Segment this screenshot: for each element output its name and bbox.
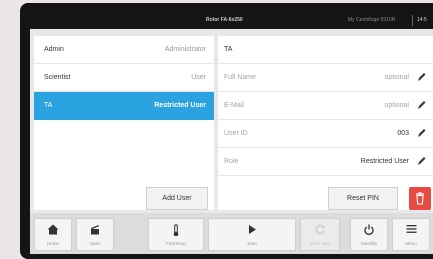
user-row-ta[interactable]: TA Restricted User <box>34 92 214 120</box>
user-role: Restricted User <box>154 102 206 109</box>
field-full-name[interactable]: Full Name optional <box>218 64 433 92</box>
user-name: TA <box>44 102 53 109</box>
field-label: E-Mail <box>224 102 244 109</box>
home-label: Home <box>46 241 59 246</box>
field-value: optional <box>384 74 409 81</box>
open-label: Open <box>89 241 101 246</box>
short-spin-label: Short Spin <box>309 241 331 246</box>
short-spin-button[interactable]: Short Spin <box>300 218 340 251</box>
home-icon <box>47 224 59 235</box>
user-name: Scientist <box>44 74 71 81</box>
fasttemp-label: FastTemp <box>166 241 186 246</box>
field-label: User ID <box>224 130 248 137</box>
pencil-icon[interactable] <box>415 154 427 168</box>
start-button[interactable]: Start <box>208 218 296 251</box>
field-value: optional <box>384 102 409 109</box>
status-bar: Rotor FA-6x250 My Centrifuge 5910R 14:5 <box>30 12 433 29</box>
add-user-button[interactable]: Add User <box>146 187 208 210</box>
user-detail-panel: TA Full Name optional E-Mail optional Us… <box>218 36 433 210</box>
play-icon <box>249 225 256 234</box>
pencil-icon[interactable] <box>415 126 427 140</box>
start-label: Start <box>247 241 257 246</box>
rotor-title: Rotor FA-6x250 <box>206 17 243 23</box>
standby-button[interactable]: Standby <box>350 218 388 251</box>
device-name: My Centrifuge 5910R <box>348 17 396 23</box>
standby-label: Standby <box>360 241 378 246</box>
home-button[interactable]: Home <box>34 218 72 251</box>
thermometer-icon <box>173 224 179 237</box>
reset-pin-button[interactable]: Reset PIN <box>328 187 398 210</box>
delete-user-button[interactable] <box>409 187 431 210</box>
open-button[interactable]: Open <box>76 218 114 251</box>
user-row-admin[interactable]: Admin Administrator <box>34 36 214 64</box>
status-divider <box>412 15 413 26</box>
clock: 14:5 <box>417 17 427 23</box>
field-value: Restricted User <box>360 158 409 165</box>
field-value: 003 <box>397 130 409 137</box>
menu-label: Menu <box>405 241 417 246</box>
power-icon <box>364 224 374 235</box>
hamburger-icon <box>406 225 416 233</box>
trash-icon <box>416 192 424 205</box>
field-label: Role <box>224 158 239 165</box>
spin-icon <box>315 224 325 235</box>
user-role: Administrator <box>164 46 206 53</box>
touchscreen: Rotor FA-6x250 My Centrifuge 5910R 14:5 … <box>30 12 433 254</box>
pencil-icon[interactable] <box>415 98 427 112</box>
fasttemp-button[interactable]: FastTemp <box>148 218 204 251</box>
bottom-toolbar: Home Open FastTemp Start Short Spin Stan… <box>30 213 433 254</box>
field-user-id[interactable]: User ID 003 <box>218 120 433 148</box>
field-email[interactable]: E-Mail optional <box>218 92 433 120</box>
lid-open-icon <box>91 225 99 235</box>
user-role: User <box>191 74 206 81</box>
user-name: Admin <box>44 46 64 53</box>
menu-button[interactable]: Menu <box>392 218 430 251</box>
field-label: Full Name <box>224 74 256 81</box>
detail-title: TA <box>224 46 233 53</box>
user-row-scientist[interactable]: Scientist User <box>34 64 214 92</box>
field-role[interactable]: Role Restricted User <box>218 148 433 176</box>
detail-header: TA <box>218 36 433 64</box>
pencil-icon[interactable] <box>415 70 427 84</box>
user-list-panel: Admin Administrator Scientist User TA Re… <box>34 36 214 210</box>
